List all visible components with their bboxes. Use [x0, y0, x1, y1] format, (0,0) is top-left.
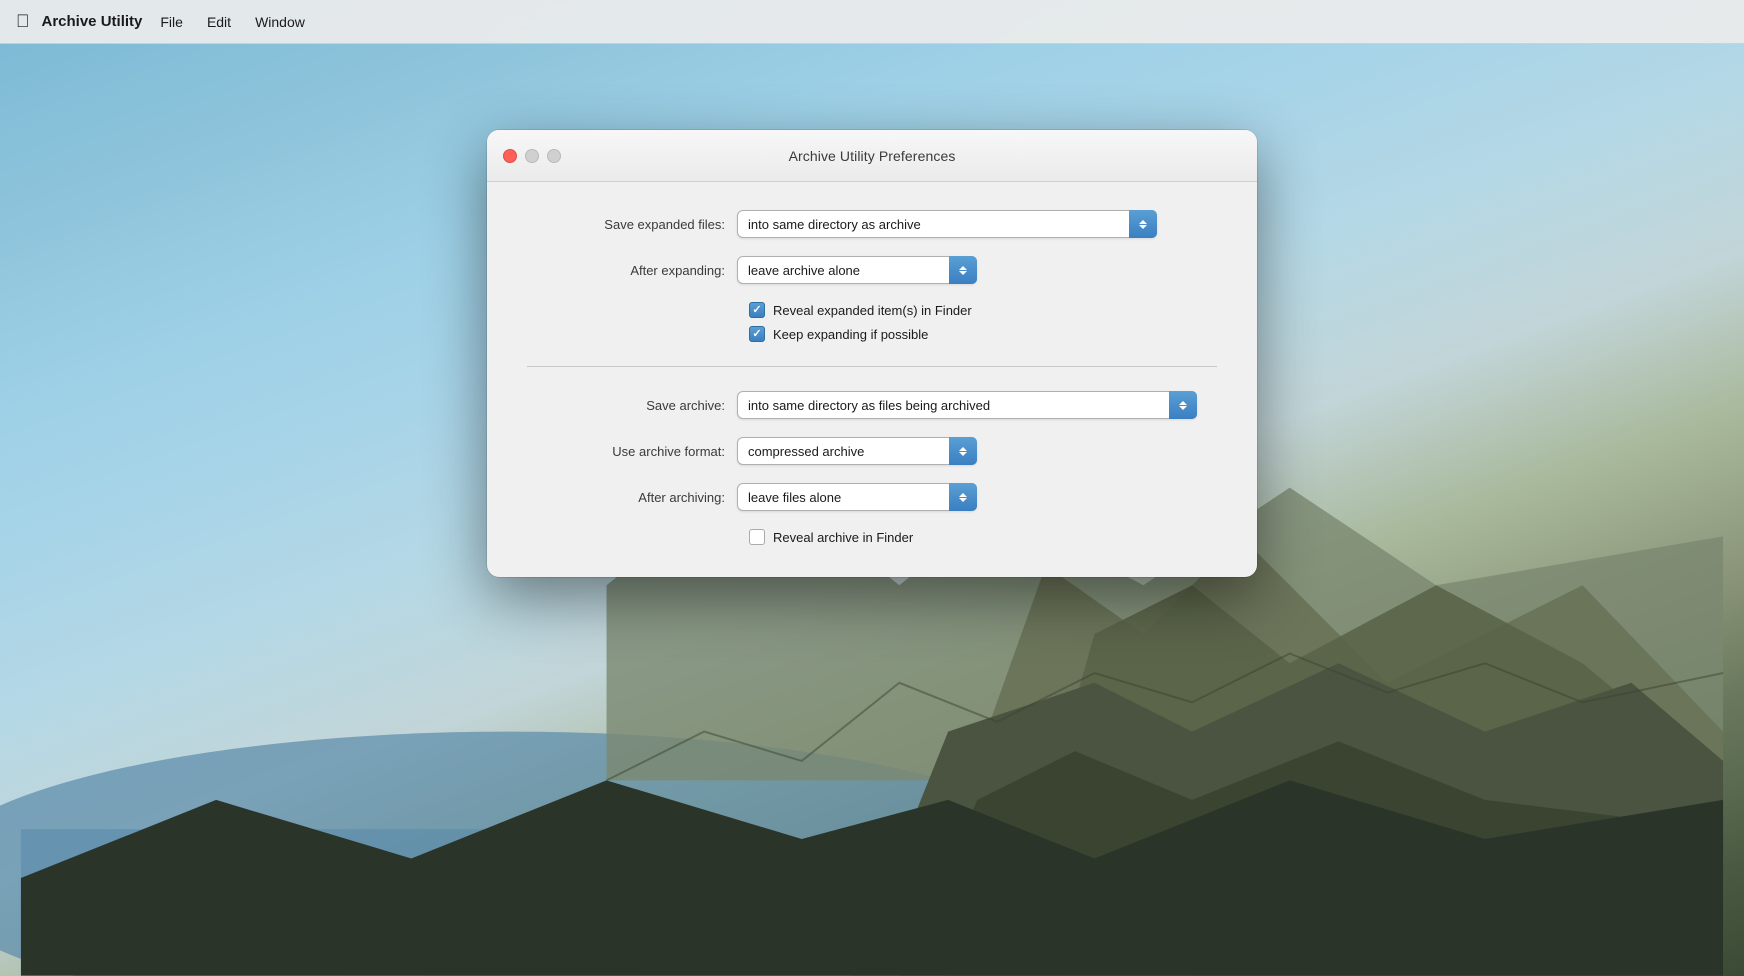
menubar:  Archive Utility File Edit Window — [0, 0, 1744, 44]
reveal-archive-row: Reveal archive in Finder — [749, 529, 1217, 545]
after-archiving-select[interactable]: leave files alone — [737, 483, 977, 511]
keep-expanding-checkbox[interactable] — [749, 326, 765, 342]
keep-expanding-row: Keep expanding if possible — [749, 326, 1217, 342]
save-expanded-select-wrapper: into same directory as archive — [737, 210, 1157, 238]
save-expanded-select[interactable]: into same directory as archive — [737, 210, 1157, 238]
reveal-archive-label: Reveal archive in Finder — [773, 530, 913, 545]
title-bar: Archive Utility Preferences — [487, 130, 1257, 182]
maximize-button[interactable] — [547, 149, 561, 163]
after-expanding-select[interactable]: leave archive alone — [737, 256, 977, 284]
after-expanding-select-wrapper: leave archive alone — [737, 256, 977, 284]
after-expanding-row: After expanding: leave archive alone — [527, 256, 1217, 284]
preferences-dialog: Archive Utility Preferences Save expande… — [487, 130, 1257, 577]
menu-window[interactable]: Window — [245, 10, 315, 34]
close-button[interactable] — [503, 149, 517, 163]
preferences-content: Save expanded files: into same directory… — [487, 182, 1257, 577]
save-expanded-row: Save expanded files: into same directory… — [527, 210, 1217, 238]
archiving-section: Save archive: into same directory as fil… — [527, 391, 1217, 545]
minimize-button[interactable] — [525, 149, 539, 163]
reveal-expanded-label: Reveal expanded item(s) in Finder — [773, 303, 972, 318]
menu-file[interactable]: File — [150, 10, 193, 34]
expanding-section: Save expanded files: into same directory… — [527, 210, 1217, 367]
save-archive-select-wrapper: into same directory as files being archi… — [737, 391, 1197, 419]
after-archiving-row: After archiving: leave files alone — [527, 483, 1217, 511]
apple-menu-icon[interactable]:  — [16, 11, 30, 32]
reveal-expanded-checkbox[interactable] — [749, 302, 765, 318]
after-archiving-select-wrapper: leave files alone — [737, 483, 977, 511]
archive-format-select-wrapper: compressed archive — [737, 437, 977, 465]
after-archiving-label: After archiving: — [527, 490, 737, 505]
save-archive-select[interactable]: into same directory as files being archi… — [737, 391, 1197, 419]
menu-edit[interactable]: Edit — [197, 10, 241, 34]
window-title: Archive Utility Preferences — [789, 148, 956, 164]
reveal-expanded-row: Reveal expanded item(s) in Finder — [749, 302, 1217, 318]
archive-format-row: Use archive format: compressed archive — [527, 437, 1217, 465]
archive-format-select[interactable]: compressed archive — [737, 437, 977, 465]
save-expanded-label: Save expanded files: — [527, 217, 737, 232]
reveal-archive-checkbox[interactable] — [749, 529, 765, 545]
save-archive-row: Save archive: into same directory as fil… — [527, 391, 1217, 419]
archive-format-label: Use archive format: — [527, 444, 737, 459]
app-name: Archive Utility — [42, 13, 143, 30]
after-expanding-label: After expanding: — [527, 263, 737, 278]
save-archive-label: Save archive: — [527, 398, 737, 413]
keep-expanding-label: Keep expanding if possible — [773, 327, 928, 342]
traffic-lights — [503, 149, 561, 163]
